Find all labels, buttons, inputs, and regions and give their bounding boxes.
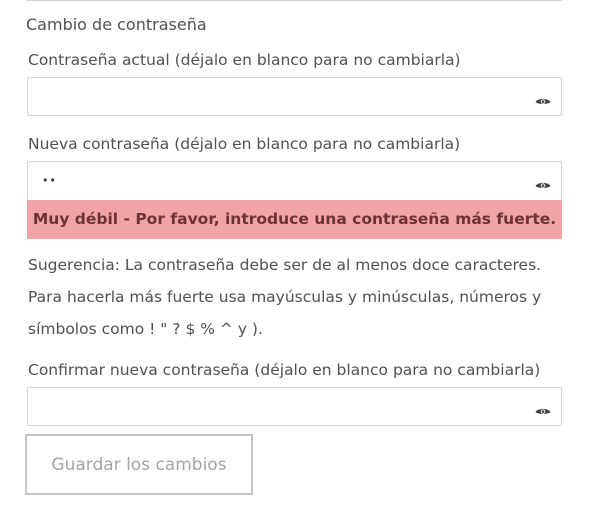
new-password-label: Nueva contraseña (déjalo en blanco para … [28,135,461,153]
new-password-field-wrapper [27,161,562,200]
fieldset-legend: Cambio de contraseña [26,15,207,34]
current-password-field-wrapper [27,77,562,116]
eye-icon[interactable] [535,407,551,417]
new-password-input[interactable] [28,162,528,199]
save-changes-button[interactable]: Guardar los cambios [25,434,253,495]
confirm-password-field-wrapper [27,387,562,426]
confirm-password-label: Confirmar nueva contraseña (déjalo en bl… [28,361,541,379]
current-password-input[interactable] [28,78,528,115]
eye-icon[interactable] [535,181,551,191]
confirm-password-input[interactable] [28,388,528,425]
password-hint: Sugerencia: La contraseña debe ser de al… [28,256,542,338]
eye-icon[interactable] [535,97,551,107]
password-change-form: Cambio de contraseña Contraseña actual (… [0,0,601,514]
password-strength-meter: Muy débil - Por favor, introduce una con… [27,200,562,239]
current-password-label: Contraseña actual (déjalo en blanco para… [28,51,461,69]
divider [26,0,562,1]
